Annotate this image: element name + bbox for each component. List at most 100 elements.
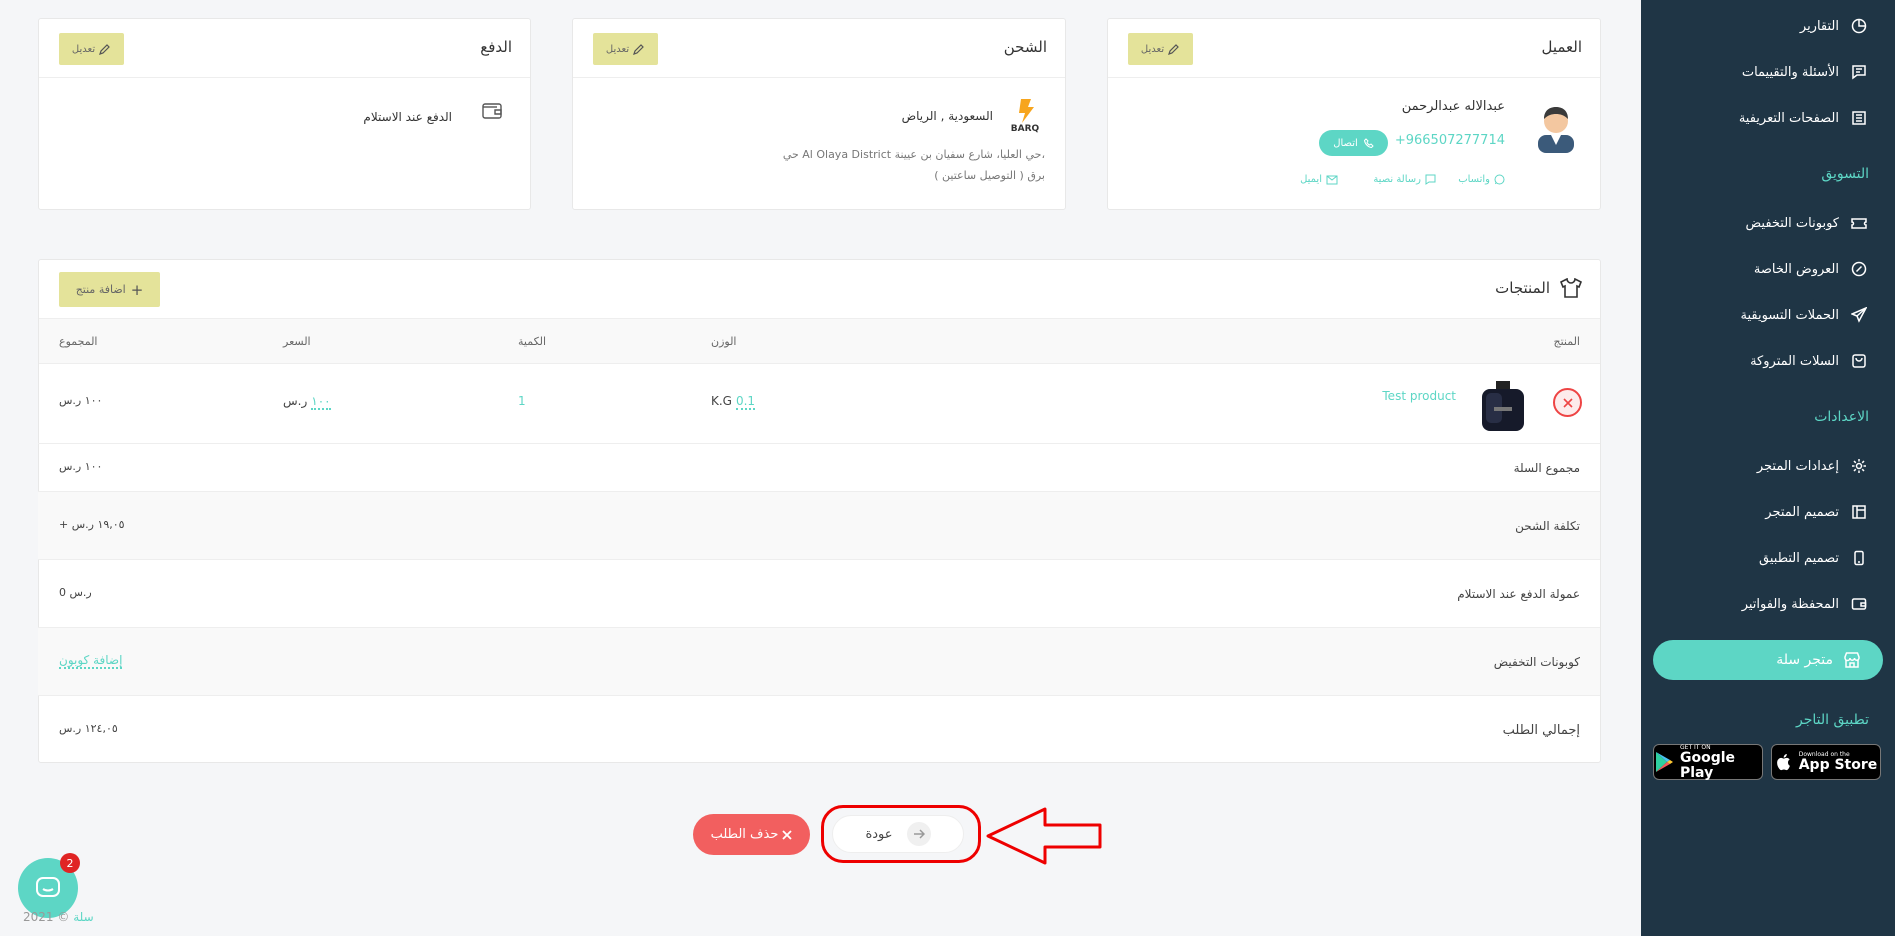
app-store-badge[interactable]: Download on the App Store: [1771, 744, 1881, 780]
col-header-qty: الكمية: [518, 335, 547, 348]
shipping-edit-button[interactable]: تعديل: [593, 33, 658, 65]
tshirt-icon: [1560, 278, 1582, 298]
sidebar-item-reports[interactable]: التقارير: [1800, 14, 1869, 38]
footer-brand-link[interactable]: سلة: [73, 910, 93, 924]
chart-pie-icon: [1849, 16, 1869, 36]
back-label: عودة: [865, 826, 893, 842]
email-label: ايميل: [1300, 174, 1322, 185]
sidebar-item-label: تصميم المتجر: [1765, 504, 1839, 520]
payment-card-header: الدفع تعديل: [39, 19, 530, 78]
payment-edit-button[interactable]: تعديل: [59, 33, 124, 65]
sidebar-item-store-settings[interactable]: إعدادات المتجر: [1757, 454, 1869, 478]
phone-icon: [1363, 138, 1374, 148]
sidebar-item-label: السلات المتروكة: [1750, 353, 1839, 369]
sidebar-item-app-design[interactable]: تصميم التطبيق: [1759, 546, 1869, 570]
pages-icon: [1849, 108, 1869, 128]
sidebar: التقارير الأسئلة والتقييمات الصفحات التع…: [1641, 0, 1895, 936]
sidebar-heading-marketing: التسويق: [1821, 166, 1869, 182]
back-button[interactable]: عودة: [832, 815, 964, 853]
customer-name: عبدالاله عبدالرحمن: [1401, 99, 1505, 114]
price-value[interactable]: ١٠٠: [311, 394, 331, 410]
wallet-icon: [1849, 594, 1869, 614]
summary-value: ١٠٠ ر.س: [59, 460, 103, 473]
footer-copyright: 2021 ©: [23, 910, 70, 924]
shipping-note: برق ( التوصيل ساعتين ): [934, 169, 1045, 182]
add-product-label: اضافة منتج: [75, 283, 126, 296]
customer-card-header: العميل تعديل: [1108, 19, 1600, 78]
avatar: [1532, 99, 1580, 153]
sidebar-heading-settings: الاعدادات: [1814, 409, 1869, 425]
discount-badge-icon: [1849, 259, 1869, 279]
pencil-icon: [633, 43, 645, 55]
sidebar-item-questions[interactable]: الأسئلة والتقييمات: [1742, 60, 1869, 84]
mobile-icon: [1849, 548, 1869, 568]
edit-label: تعديل: [1140, 43, 1165, 55]
sidebar-item-label: التقارير: [1799, 18, 1839, 34]
store-icon: [1843, 651, 1861, 669]
salla-store-button[interactable]: متجر سلة: [1653, 640, 1883, 680]
payment-method: الدفع عند الاستلام: [363, 110, 452, 124]
highlight-arrow: [985, 806, 1105, 866]
apple-icon: [1775, 752, 1793, 772]
whatsapp-link[interactable]: واتساب: [1458, 174, 1505, 185]
sidebar-item-label: العروض الخاصة: [1753, 261, 1839, 277]
google-play-badge[interactable]: GET IT ON Google Play: [1653, 744, 1763, 780]
add-product-button[interactable]: اضافة منتج +: [59, 272, 160, 307]
col-header-price: السعر: [283, 335, 311, 348]
sms-link[interactable]: رسالة نصية: [1373, 174, 1436, 185]
customer-card-title: العميل: [1541, 38, 1582, 56]
customer-phone[interactable]: +966507277714: [1395, 133, 1505, 148]
sidebar-item-pages[interactable]: الصفحات التعريفية: [1739, 106, 1869, 130]
sidebar-item-label: الصفحات التعريفية: [1738, 110, 1839, 126]
add-coupon-link[interactable]: إضافة كوبون: [59, 653, 123, 669]
barq-logo: BARQ: [1007, 97, 1043, 137]
pencil-icon: [99, 43, 111, 55]
summary-value: ١٢٤,٠٥ ر.س: [59, 722, 118, 735]
summary-row-coupons: كوبونات التخفيض إضافة كوبون: [38, 628, 1600, 696]
summary-value: 0 ر.س: [59, 586, 92, 599]
price-currency: ر.س: [283, 394, 308, 408]
sidebar-item-label: كوبونات التخفيض: [1745, 215, 1839, 231]
barq-logo-text: BARQ: [1010, 124, 1040, 134]
app-store-big-text: App Store: [1798, 757, 1878, 773]
products-title: المنتجات: [1495, 279, 1550, 297]
sidebar-item-label: إعدادات المتجر: [1756, 458, 1839, 474]
sms-label: رسالة نصية: [1373, 174, 1421, 185]
remove-product-button[interactable]: [1553, 388, 1582, 417]
products-table-header: [39, 319, 1600, 364]
product-price: ر.س ١٠٠: [283, 394, 331, 410]
summary-label: عمولة الدفع عند الاستلام: [1457, 587, 1580, 601]
call-button[interactable]: اتصال: [1319, 130, 1388, 156]
google-play-big-text: Google Play: [1680, 749, 1736, 781]
weight-value[interactable]: 0.1: [735, 394, 756, 410]
payment-card-title: الدفع: [480, 38, 512, 56]
product-qty[interactable]: 1: [518, 394, 526, 408]
sidebar-item-special-offers[interactable]: العروض الخاصة: [1754, 257, 1869, 281]
customer-edit-button[interactable]: تعديل: [1128, 33, 1193, 65]
col-header-total: المجموع: [59, 335, 98, 348]
ticket-icon: [1849, 213, 1869, 233]
products-card-header: المنتجات اضافة منتج +: [39, 260, 1600, 319]
delete-order-button[interactable]: حذف الطلب: [693, 814, 810, 855]
sidebar-item-abandoned-carts[interactable]: السلات المتروكة: [1750, 349, 1869, 373]
google-play-icon: [1654, 751, 1674, 773]
products-title-group: المنتجات: [1495, 278, 1582, 298]
summary-value: + ١٩,٠٥ ر.س: [59, 518, 125, 531]
summary-row-shipping: تكلفة الشحن + ١٩,٠٥ ر.س: [38, 492, 1600, 560]
sidebar-item-label: الأسئلة والتقييمات: [1741, 64, 1839, 80]
email-link[interactable]: ايميل: [1300, 174, 1338, 185]
summary-label: إجمالي الطلب: [1502, 723, 1580, 738]
product-total: ١٠٠ ر.س: [59, 394, 103, 407]
whatsapp-label: واتساب: [1458, 174, 1490, 185]
sidebar-item-campaigns[interactable]: الحملات التسويقية: [1740, 303, 1869, 327]
sidebar-item-coupons[interactable]: كوبونات التخفيض: [1745, 211, 1869, 235]
paper-plane-icon: [1849, 305, 1869, 325]
sidebar-item-label: تصميم التطبيق: [1759, 550, 1839, 566]
sidebar-item-store-design[interactable]: تصميم المتجر: [1765, 500, 1869, 524]
product-name[interactable]: Test product: [1382, 389, 1456, 403]
edit-label: تعديل: [71, 43, 96, 55]
pencil-icon: [1168, 43, 1180, 55]
sidebar-item-wallet[interactable]: المحفظة والفواتير: [1742, 592, 1869, 616]
sidebar-item-label: الحملات التسويقية: [1740, 307, 1839, 323]
store-button-label: متجر سلة: [1776, 652, 1833, 668]
